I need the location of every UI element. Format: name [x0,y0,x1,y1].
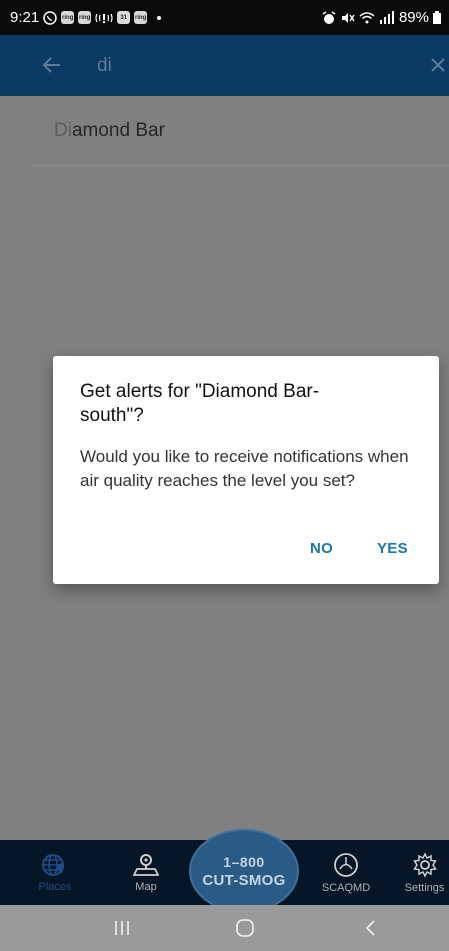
globe-pin-icon [42,853,64,876]
whatsapp-icon [43,10,57,25]
calendar-icon: 31 [117,11,131,24]
status-bar: 9:21 ring ring 31 ring 89% [0,0,449,35]
search-input[interactable] [97,49,397,83]
wifi-icon [359,12,375,24]
nav-label-places: Places [38,880,72,893]
home-icon[interactable] [235,919,255,937]
back-arrow-icon[interactable] [42,55,62,75]
nav-item-settings[interactable]: Settings [400,840,449,905]
ring-notification-icon: ring [78,11,92,24]
recent-apps-icon[interactable] [113,919,131,937]
ring-notification-icon: ring [61,11,75,24]
back-nav-icon[interactable] [364,919,378,937]
nav-label-map: Map [135,880,157,893]
search-app-bar [0,35,449,96]
nav-item-map[interactable]: Map [122,840,170,905]
no-button[interactable]: NO [310,540,333,557]
call-number-line2: CUT-SMOG [202,871,286,889]
alarm-icon [322,10,336,24]
nav-item-scaqmd[interactable]: SCAQMD [316,840,376,905]
result-rest-text: amond Bar [71,119,165,141]
system-navigation-bar [0,905,449,951]
scaqmd-logo-icon [334,852,358,877]
vibrate-alert-icon [95,13,113,23]
mute-icon [341,12,355,23]
nav-item-places[interactable]: Places [30,840,80,905]
call-cut-smog-button[interactable]: 1–800 CUT-SMOG [189,829,299,913]
yes-button[interactable]: YES [377,540,408,557]
list-item[interactable]: Di amond Bar [32,96,449,166]
call-number-line1: 1–800 [223,853,265,870]
status-right: 89% [322,9,441,26]
result-match-text: Di [54,119,72,141]
status-time: 9:21 [10,9,40,26]
dialog-message: Would you like to receive notifications … [80,447,409,490]
map-pin-icon [133,853,159,876]
battery-percent: 89% [398,9,429,26]
nav-label-scaqmd: SCAQMD [321,881,371,894]
battery-icon [433,11,441,24]
dialog-title: Get alerts for "Diamond Bar-south"? [80,381,320,426]
more-notifications-dot-icon [157,15,162,20]
ring-notification-icon: ring [134,11,148,24]
nav-label-settings: Settings [404,881,445,894]
clear-search-icon[interactable] [430,57,446,73]
status-left: 9:21 ring ring 31 ring [10,9,162,26]
gear-icon [412,851,437,878]
alert-dialog: Get alerts for "Diamond Bar-south"? Woul… [53,356,439,584]
signal-icon [379,11,394,24]
